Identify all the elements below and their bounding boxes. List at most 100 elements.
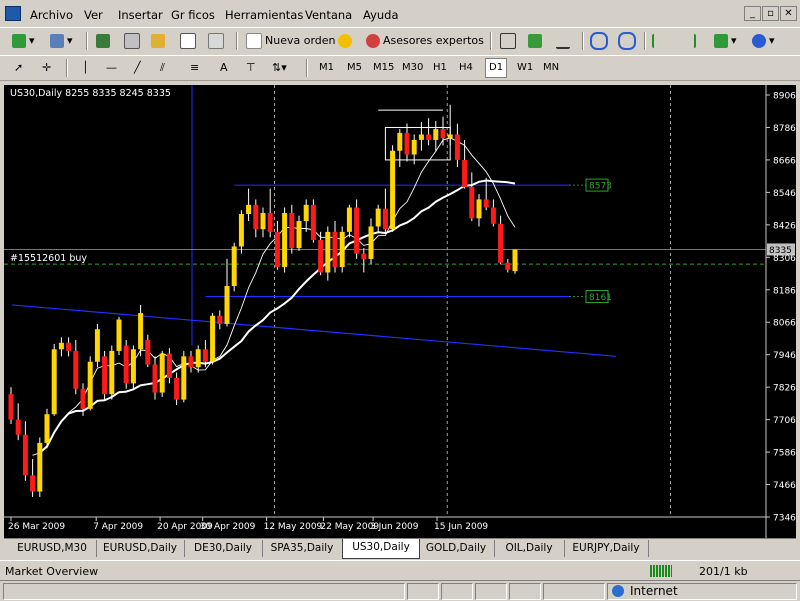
candle-body [44,414,50,443]
menu-graficos[interactable]: Gr ficos [171,8,215,22]
candle-body [505,262,511,270]
line-chart-button[interactable] [556,31,570,51]
autoscroll-icon [680,34,696,48]
profiles-button[interactable]: ▾ [50,31,73,51]
new-order-button[interactable]: Nueva orden [246,31,336,51]
tab-us30-daily[interactable]: US30,Daily [342,539,420,559]
candle-body [210,315,216,362]
crosshair-button[interactable]: ✛ [42,58,51,78]
tab-eurusd-m30[interactable]: EURUSD,M30 [8,540,97,557]
separator [490,32,492,50]
app-icon[interactable] [5,6,21,21]
menu-herramientas[interactable]: Herramientas [225,8,303,22]
autoscroll-button[interactable] [680,31,696,51]
time-tick-label: 30 Apr 2009 [200,522,256,532]
new-chart-button[interactable]: ▾ [12,31,35,51]
zoom-in-button[interactable] [590,31,608,51]
status-pane [543,583,605,600]
timeframe-m5[interactable]: M5 [344,59,365,77]
data-window-button[interactable] [124,31,140,51]
chart-shift-button[interactable] [652,31,668,51]
candle-body [8,394,14,420]
cursor-button[interactable]: ➚ [14,58,23,78]
crosshair-icon [124,33,140,49]
standard-toolbar: ▾ ▾ Nueva orden Asesores expertos ▾ ▾ [0,27,800,56]
tab-oil-daily[interactable]: OIL,Daily [494,540,565,557]
trendline-button[interactable]: ╱ [134,58,141,78]
indicators-button[interactable]: ▾ [714,31,737,51]
timeframe-d1[interactable]: D1 [485,58,508,78]
timeframe-m15[interactable]: M15 [370,59,397,77]
price-tick-label: 8426 [773,221,796,231]
tab-eurusd-daily[interactable]: EURUSD,Daily [96,540,185,557]
time-tick-label: 15 Jun 2009 [434,522,488,532]
candlestick-button[interactable] [528,31,542,51]
candle-body [30,475,36,492]
price-tick-label: 8906 [773,92,796,102]
periods-button[interactable]: ▾ [752,31,775,51]
minimize-icon[interactable]: _ [744,6,761,21]
timeframe-h4[interactable]: H4 [456,59,476,77]
tab-eurjpy-daily[interactable]: EURJPY,Daily [564,540,649,557]
menu-archivo[interactable]: Archivo [30,8,73,22]
horizontal-line-icon: — [106,61,117,74]
price-tick-label: 8306 [773,254,796,264]
menu-ayuda[interactable]: Ayuda [363,8,399,22]
text-icon: A [220,61,228,74]
vertical-line-icon: │ [82,61,89,74]
expert-advisors-button[interactable]: Asesores expertos [366,31,484,51]
browser-status-bar: Internet [0,580,800,601]
strategy-tester-button[interactable] [208,31,224,51]
arrows-button[interactable]: ⇅▾ [272,58,287,78]
profiles-icon [50,34,64,48]
zoom-out-button[interactable] [618,31,636,51]
separator [66,59,68,77]
candle-body [375,208,381,227]
menu-ventana[interactable]: Ventana [305,8,352,22]
dropdown-arrow-icon: ▾ [769,34,775,47]
terminal-button[interactable] [180,31,196,51]
fibonacci-icon: ≡ [190,61,200,74]
timeframe-w1[interactable]: W1 [514,59,536,77]
timeframe-m1[interactable]: M1 [316,59,337,77]
price-chart[interactable]: 85738161#15512601 buy8335 89068786866685… [4,85,796,540]
price-tick-label: 8786 [773,124,796,134]
text-button[interactable]: A [220,58,228,78]
candle-body [123,345,129,384]
bar-chart-button[interactable] [500,31,516,51]
candle-body [145,340,151,365]
chart-window[interactable]: 8573 8161 #15512601 buy 8335 8906 8786 8666 85… [4,85,796,540]
market-watch-button[interactable] [96,31,110,51]
candle-body [404,132,410,155]
timeframe-h1[interactable]: H1 [430,59,450,77]
menu-ver[interactable]: Ver [84,8,103,22]
candle-body [462,159,468,187]
close-icon[interactable]: ✕ [780,6,797,21]
timeframe-mn[interactable]: MN [540,59,562,77]
warning-button[interactable] [338,31,352,51]
horizontal-line-button[interactable]: — [106,58,117,78]
tab-gold-daily[interactable]: GOLD,Daily [418,540,495,557]
vertical-line-button[interactable]: │ [82,58,89,78]
equidistant-channel-button[interactable]: ⫽ [160,58,165,78]
tab-spa35-daily[interactable]: SPA35,Daily [262,540,343,557]
zone-label: Internet [630,584,678,598]
dropdown-arrow-icon: ▾ [29,34,35,47]
dropdown-arrow-icon: ▾ [731,34,737,47]
candle-body [231,246,237,286]
menu-insertar[interactable]: Insertar [118,8,163,22]
candle-body [310,204,316,240]
timeframe-m30[interactable]: M30 [399,59,426,77]
candle-body [260,212,266,230]
text-label-button[interactable]: ⊤ [246,58,256,78]
candle-body [361,253,367,259]
navigator-button[interactable] [151,31,165,51]
candle-body [418,134,424,140]
candle-body [51,349,57,415]
zoom-out-icon [618,32,636,50]
candle-body [512,249,518,272]
candle-body [411,139,417,155]
fibonacci-button[interactable]: ≡ [190,58,199,78]
tab-de30-daily[interactable]: DE30,Daily [184,540,263,557]
restore-icon[interactable]: ▫ [762,6,779,21]
